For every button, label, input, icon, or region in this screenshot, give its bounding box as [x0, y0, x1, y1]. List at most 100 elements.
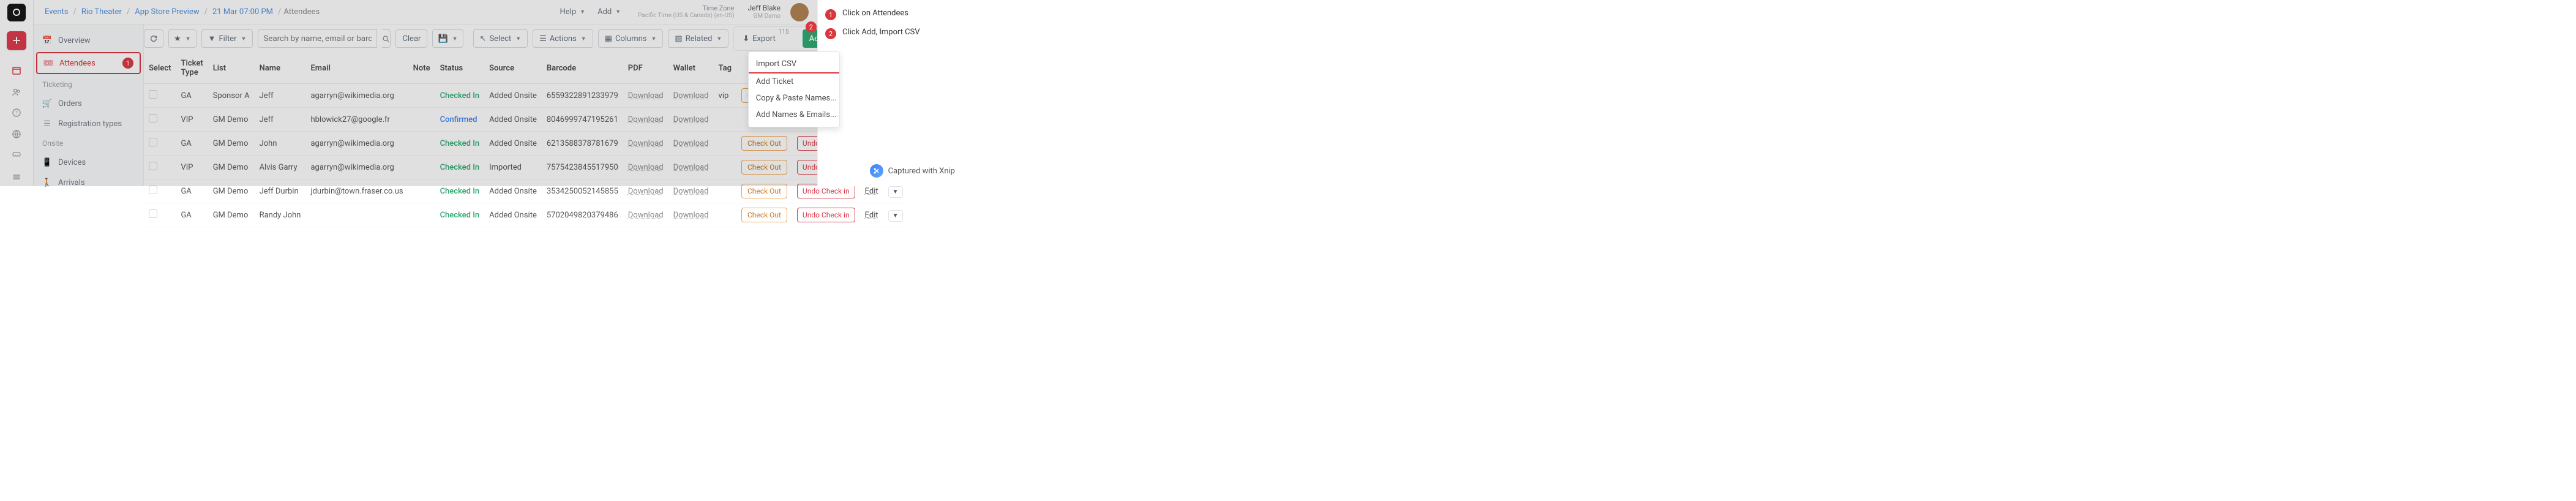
col-pdf[interactable]: PDF	[623, 53, 668, 84]
sidebar-item-orders[interactable]: 🛒 Orders	[34, 94, 143, 114]
wallet-download-link[interactable]: Download	[673, 163, 709, 172]
pdf-download-link[interactable]: Download	[628, 211, 664, 220]
search-icon	[382, 35, 390, 43]
calendar-icon: 📅	[42, 36, 52, 45]
app-logo[interactable]	[7, 4, 26, 21]
app-rail: ?	[0, 0, 34, 186]
breadcrumb-rio[interactable]: Rio Theater	[81, 7, 122, 17]
checkout-button[interactable]: Check Out	[741, 184, 787, 198]
dropdown-add-ticket[interactable]: Add Ticket	[749, 73, 839, 90]
refresh-button[interactable]	[144, 29, 163, 48]
col-status[interactable]: Status	[435, 53, 485, 84]
actions-button[interactable]: ☰Actions▼	[533, 29, 593, 48]
breadcrumb-events[interactable]: Events	[45, 7, 68, 17]
col-wallet[interactable]: Wallet	[668, 53, 714, 84]
star-icon: ★	[174, 34, 181, 43]
cell-tag	[714, 179, 736, 203]
favorite-button[interactable]: ★▼	[168, 29, 197, 48]
row-checkbox[interactable]	[149, 138, 157, 146]
sidebar-item-arrivals[interactable]: 🚶 Arrivals	[34, 173, 143, 193]
sidebar-item-devices[interactable]: 📱 Devices	[34, 153, 143, 173]
checkout-button[interactable]: Check Out	[741, 136, 787, 151]
col-email[interactable]: Email	[305, 53, 408, 84]
col-list[interactable]: List	[208, 53, 255, 84]
wallet-download-link[interactable]: Download	[673, 187, 709, 196]
pdf-download-link[interactable]: Download	[628, 91, 664, 100]
search-input[interactable]	[258, 29, 377, 48]
save-search-button[interactable]: 💾▼	[432, 29, 463, 48]
undo-checkin-button[interactable]: Undo Check in	[797, 208, 855, 222]
cell-email: agarryn@wikimedia.org	[305, 156, 408, 179]
rail-menu-icon[interactable]	[4, 167, 29, 186]
cell-tag	[714, 108, 736, 132]
sidebar-item-label: Attendees	[59, 59, 95, 68]
breadcrumb-date[interactable]: 21 Mar 07:00 PM	[212, 7, 273, 17]
sidebar-item-attendees[interactable]: 🎟 Attendees 1	[36, 52, 141, 74]
export-button[interactable]: ⬇ Export 115	[736, 29, 797, 48]
pdf-download-link[interactable]: Download	[628, 115, 664, 124]
avatar[interactable]	[790, 3, 809, 21]
cell-status: Checked In	[435, 132, 485, 156]
breadcrumb-app[interactable]: App Store Preview	[135, 7, 199, 17]
row-menu-button[interactable]: ▼	[888, 210, 903, 222]
cell-note	[408, 132, 435, 156]
table-row: VIPGM DemoAlvis Garryagarryn@wikimedia.o…	[144, 156, 908, 179]
edit-link[interactable]: Edit	[865, 187, 878, 196]
rail-calendar-icon[interactable]	[4, 61, 29, 80]
pdf-download-link[interactable]: Download	[628, 187, 664, 196]
filter-button[interactable]: ▼Filter▼	[201, 29, 253, 48]
row-checkbox[interactable]	[149, 90, 157, 99]
row-checkbox[interactable]	[149, 186, 157, 194]
dropdown-import-csv[interactable]: Import CSV	[749, 56, 839, 73]
cell-source: Added Onsite	[484, 84, 542, 108]
sidebar-item-label: Overview	[58, 36, 91, 45]
pdf-download-link[interactable]: Download	[628, 139, 664, 148]
col-name[interactable]: Name	[255, 53, 306, 84]
rail-people-icon[interactable]	[4, 82, 29, 101]
pdf-download-link[interactable]: Download	[628, 163, 664, 172]
col-tag[interactable]: Tag	[714, 53, 736, 84]
cell-barcode: 8046999747195261	[542, 108, 623, 132]
topbar-add-menu[interactable]: Add▼	[594, 5, 624, 19]
select-button[interactable]: ↖Select▼	[473, 29, 528, 48]
sidebar-item-overview[interactable]: 📅 Overview	[34, 31, 143, 51]
col-select[interactable]: Select	[144, 53, 176, 84]
wallet-download-link[interactable]: Download	[673, 139, 709, 148]
col-note[interactable]: Note	[408, 53, 435, 84]
col-ticket-type[interactable]: Ticket Type	[176, 53, 208, 84]
rail-globe-icon[interactable]	[4, 125, 29, 144]
checkout-button[interactable]: Check Out	[741, 160, 787, 175]
dropdown-add-names[interactable]: Add Names & Emails...	[749, 107, 839, 123]
edit-link[interactable]: Edit	[865, 211, 878, 220]
user-block[interactable]: Jeff Blake GM Demo	[747, 4, 781, 19]
checkout-button[interactable]: Check Out	[741, 208, 787, 222]
wallet-download-link[interactable]: Download	[673, 211, 709, 220]
columns-button[interactable]: ▦Columns▼	[598, 29, 664, 48]
cell-status: Confirmed	[435, 108, 485, 132]
cell-name: John	[255, 132, 306, 156]
wallet-download-link[interactable]: Download	[673, 91, 709, 100]
clear-button[interactable]: Clear	[395, 29, 427, 48]
col-barcode[interactable]: Barcode	[542, 53, 623, 84]
cell-source: Added Onsite	[484, 179, 542, 203]
timezone-block[interactable]: Time Zone Pacific Time (US & Canada) (en…	[638, 5, 734, 19]
create-button[interactable]	[7, 31, 26, 50]
cell-ticket-type: GA	[176, 179, 208, 203]
row-checkbox[interactable]	[149, 114, 157, 122]
timezone-label: Time Zone	[638, 5, 734, 12]
rail-store-icon[interactable]	[4, 146, 29, 165]
link-icon: ▧	[675, 34, 682, 43]
instruction-2: 2 Click Add, Import CSV	[825, 28, 957, 39]
col-source[interactable]: Source	[484, 53, 542, 84]
wallet-download-link[interactable]: Download	[673, 115, 709, 124]
dropdown-copy-paste[interactable]: Copy & Paste Names...	[749, 90, 839, 107]
refresh-icon	[149, 34, 158, 43]
help-menu[interactable]: Help▼	[556, 5, 590, 19]
sidebar-item-registration-types[interactable]: ☰ Registration types	[34, 114, 143, 134]
search-button[interactable]	[382, 29, 391, 48]
row-checkbox[interactable]	[149, 162, 157, 170]
rail-help-icon[interactable]: ?	[4, 104, 29, 122]
related-button[interactable]: ▧Related▼	[668, 29, 728, 48]
row-menu-button[interactable]: ▼	[888, 186, 903, 198]
row-checkbox[interactable]	[149, 209, 157, 218]
